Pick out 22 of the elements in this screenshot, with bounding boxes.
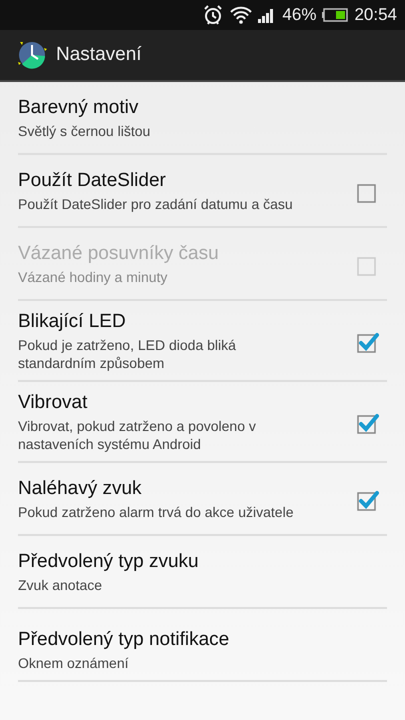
setting-title[interactable]: Vibrovat bbox=[18, 392, 355, 414]
setting-title[interactable]: Předvolený typ notifikace bbox=[18, 629, 387, 651]
clock-icon bbox=[16, 39, 48, 71]
setting-title[interactable]: Blikající LED bbox=[18, 311, 355, 333]
setting-summary: Zvuk anotace bbox=[18, 576, 104, 594]
alarm-icon bbox=[202, 4, 224, 26]
setting-title[interactable]: Naléhavý zvuk bbox=[18, 478, 355, 500]
setting-title[interactable]: Předvolený typ zvuku bbox=[18, 551, 387, 573]
screen-title: Nastavení bbox=[56, 44, 142, 66]
setting-summary: Oknem oznámení bbox=[18, 654, 130, 672]
setting-summary: Vibrovat, pokud zatrženo a povoleno v nastaveních systému Android bbox=[18, 417, 257, 453]
setting-summary: Vázané hodiny a minuty bbox=[18, 268, 168, 286]
setting-title[interactable]: Barevný motiv bbox=[18, 97, 387, 119]
setting-summary: Použít DateSlider pro zadání datumu a času bbox=[18, 195, 294, 213]
wifi-icon bbox=[230, 6, 252, 24]
setting-summary: Pokud zatrženo alarm trvá do akce uživatele bbox=[18, 503, 294, 521]
setting-summary: Světlý s černou lištou bbox=[18, 122, 152, 140]
clock-time: 20:54 bbox=[354, 5, 397, 25]
battery-percent: 46% bbox=[282, 5, 316, 25]
setting-summary: Pokud je zatrženo, LED dioda bliká standardním způsobem bbox=[18, 336, 237, 372]
battery-icon bbox=[322, 8, 348, 22]
setting-title[interactable]: Použít DateSlider bbox=[18, 170, 355, 192]
